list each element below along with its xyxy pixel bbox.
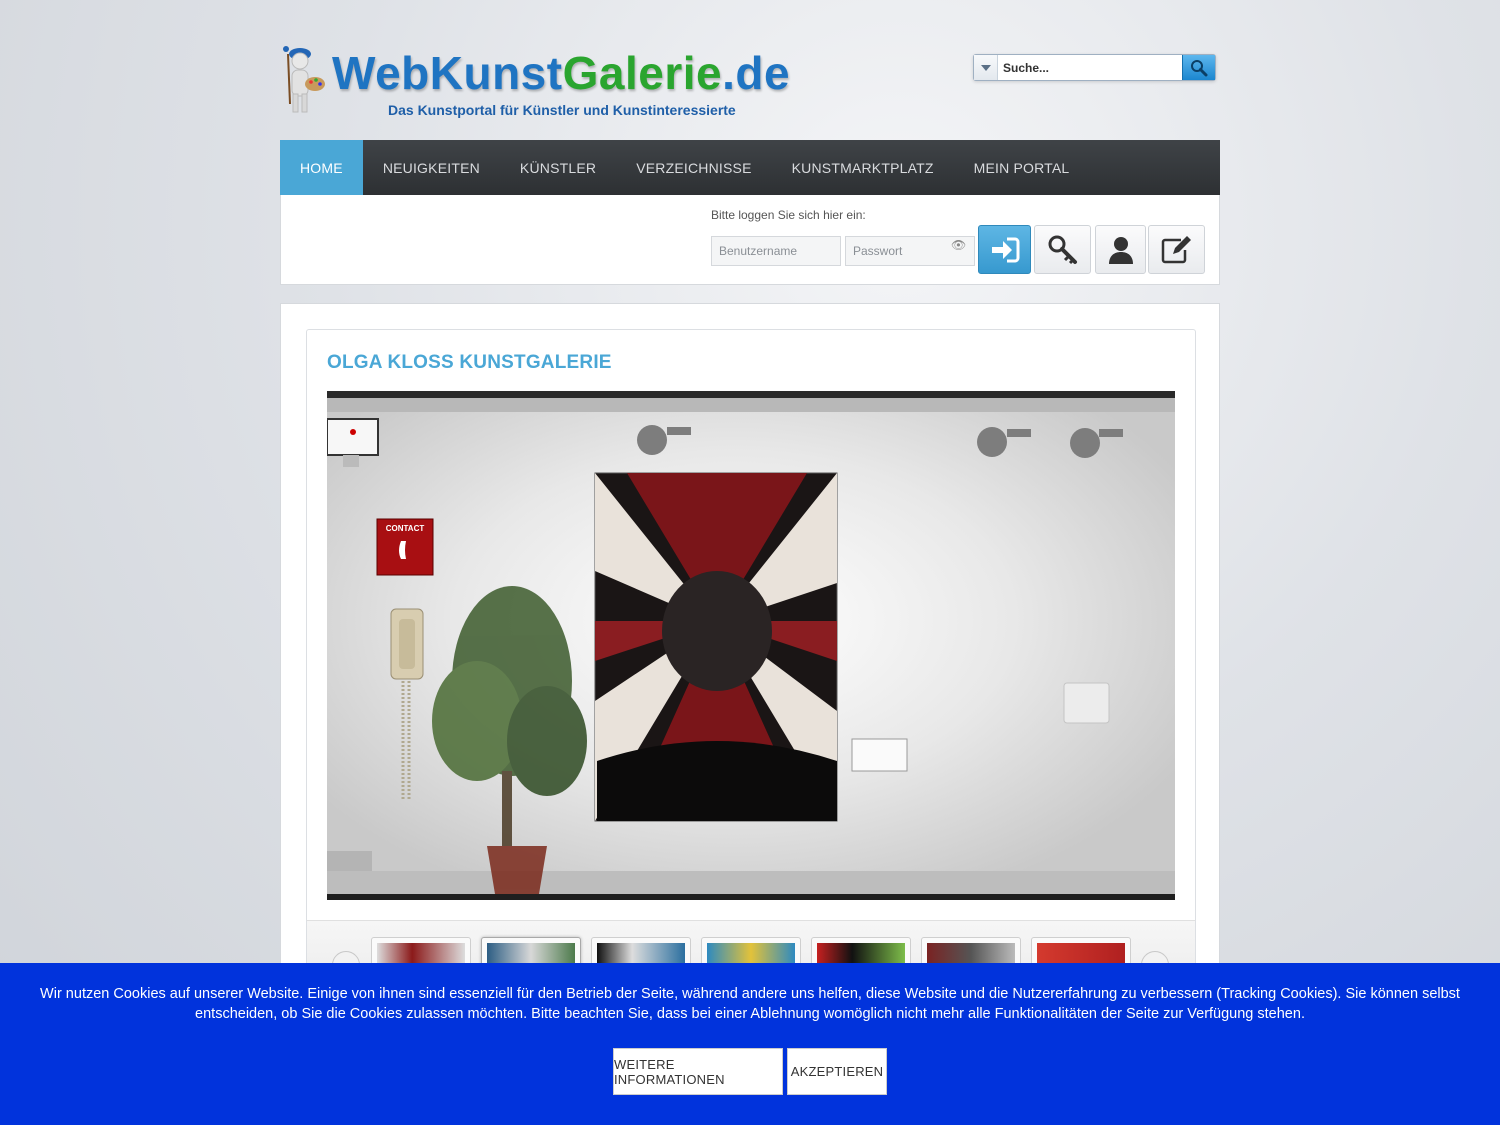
gallery-module: OLGA KLOSS KUNSTGALERIE CONTACT <box>306 329 1196 990</box>
main-content: OLGA KLOSS KUNSTGALERIE CONTACT <box>280 303 1220 1003</box>
register-button[interactable] <box>1148 225 1205 274</box>
nav-item-kunstmarktplatz[interactable]: KUNSTMARKTPLATZ <box>772 140 954 195</box>
search-button[interactable] <box>1182 55 1215 80</box>
logo-subtitle: Das Kunstportal für Künstler und Kunstin… <box>388 102 736 118</box>
page-title: OLGA KLOSS KUNSTGALERIE <box>327 352 612 373</box>
login-button[interactable] <box>978 225 1031 274</box>
light-switch-icon <box>1063 682 1110 724</box>
nav-item-neuigkeiten[interactable]: NEUIGKEITEN <box>363 140 500 195</box>
cookie-banner: Wir nutzen Cookies auf unserer Website. … <box>0 963 1500 1125</box>
edit-icon <box>1161 235 1191 263</box>
nav-item-verzeichnisse[interactable]: VERZEICHNISSE <box>616 140 771 195</box>
username-field[interactable] <box>711 236 841 266</box>
svg-text:CONTACT: CONTACT <box>386 524 425 533</box>
main-navigation: HOME NEUIGKEITEN KÜNSTLER VERZEICHNISSE … <box>280 140 1220 195</box>
more-info-button[interactable]: WEITERE INFORMATIONEN <box>613 1048 783 1095</box>
painting <box>594 472 838 822</box>
sign-in-icon <box>991 237 1019 262</box>
nav-item-mein-portal[interactable]: MEIN PORTAL <box>954 140 1090 195</box>
virtual-gallery-viewer[interactable]: CONTACT <box>327 391 1175 900</box>
site-logo[interactable]: WebKunstGalerie.de Das Kunstportal für K… <box>280 42 840 124</box>
gallery-scene: CONTACT <box>327 391 1175 900</box>
cookie-notice-text: Wir nutzen Cookies auf unserer Website. … <box>40 986 1460 1022</box>
contact-sign: CONTACT <box>376 518 434 576</box>
login-bar: Bitte loggen Sie sich hier ein: 👁 <box>280 195 1220 285</box>
artwork-caption-card <box>851 738 908 772</box>
key-icon <box>1048 235 1077 264</box>
chevron-down-icon <box>980 64 991 71</box>
login-prompt: Bitte loggen Sie sich hier ein: <box>711 208 866 222</box>
search-box <box>973 54 1216 81</box>
search-icon <box>1191 59 1208 76</box>
accept-cookies-button[interactable]: AKZEPTIEREN <box>787 1048 887 1095</box>
search-input[interactable] <box>998 55 1182 80</box>
forgot-password-button[interactable] <box>1034 225 1091 274</box>
nav-item-kuenstler[interactable]: KÜNSTLER <box>500 140 616 195</box>
logo-title: WebKunstGalerie.de <box>332 47 791 99</box>
search-filter-dropdown[interactable] <box>974 55 998 80</box>
nav-item-home[interactable]: HOME <box>280 140 363 195</box>
show-password-icon[interactable]: 👁 <box>951 238 966 252</box>
forgot-username-button[interactable] <box>1095 225 1146 274</box>
user-icon <box>1108 236 1133 264</box>
painter-mascot-icon <box>283 46 325 113</box>
